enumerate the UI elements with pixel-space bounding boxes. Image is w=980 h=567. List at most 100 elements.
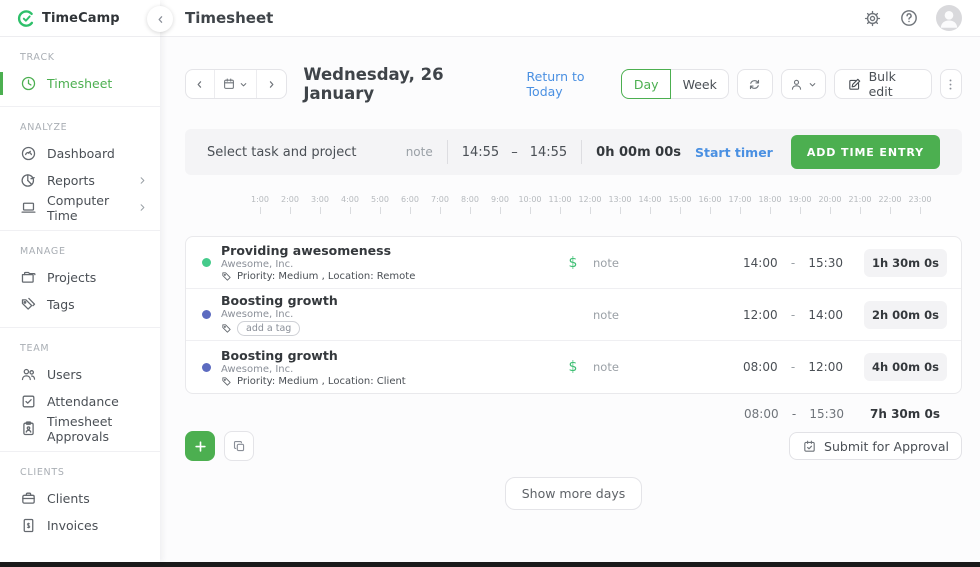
briefcase-icon [20,490,37,507]
return-to-today-link[interactable]: Return to Today [527,69,622,99]
brand-logo[interactable]: TimeCamp [0,0,160,37]
refresh-button[interactable] [737,69,773,99]
settings-gear-icon[interactable] [863,9,882,28]
bulk-edit-button[interactable]: Bulk edit [834,69,932,99]
entry-note-input[interactable]: note [593,308,743,322]
sidebar-item-label: Computer Time [47,193,137,223]
hour-tick [710,207,711,214]
start-timer-link[interactable]: Start timer [695,145,773,160]
sidebar-item-computer-time[interactable]: Computer Time [0,194,160,221]
time-dash: – [511,145,518,160]
add-tag-button[interactable]: add a tag [237,321,300,336]
hour-cell: 7:00 [425,195,455,214]
hour-tick [560,207,561,214]
sidebar-item-projects[interactable]: Projects [0,264,160,291]
hour-label: 21:00 [848,195,871,204]
timesheet-content: Wednesday, 26 January Return to Today Da… [160,37,980,510]
hour-cell: 6:00 [395,195,425,214]
entry-note-input[interactable]: note [593,256,743,270]
sidebar-item-invoices[interactable]: Invoices [0,512,160,539]
sidebar-item-attendance[interactable]: Attendance [0,388,160,415]
billable-dollar-icon[interactable]: $ [553,359,593,375]
hour-cell: 22:00 [875,195,905,214]
entry-duration-badge[interactable]: 1h 30m 0s [864,249,947,277]
billable-dollar-icon[interactable]: $ [553,255,593,271]
sidebar-item-timesheet-approvals[interactable]: Timesheet Approvals [0,415,160,442]
entry-title[interactable]: Boosting growth [221,348,406,363]
sidebar-item-tags[interactable]: Tags [0,291,160,318]
time-entries-card: Providing awesomeness Awesome, Inc. Prio… [185,236,962,394]
plus-icon [193,439,208,454]
show-more-days-button[interactable]: Show more days [505,477,643,510]
time-entry-row[interactable]: Providing awesomeness Awesome, Inc. Prio… [186,237,961,289]
more-options-button[interactable] [940,69,963,99]
date-nav-group [185,69,287,99]
hour-label: 6:00 [401,195,419,204]
entry-duration-badge[interactable]: 4h 00m 0s [864,353,947,381]
entry-tags[interactable]: Priority: Medium , Location: Client [237,376,406,387]
sidebar-item-label: Timesheet [47,76,112,91]
calendar-picker-button[interactable] [215,70,257,98]
time-entry-row[interactable]: Boosting growth Awesome, Inc. add a tag … [186,289,961,341]
entry-start-time[interactable]: 08:00 [743,360,778,374]
time-entry-row[interactable]: Boosting growth Awesome, Inc. Priority: … [186,341,961,393]
hour-cell: 8:00 [455,195,485,214]
entry-tags[interactable]: Priority: Medium , Location: Remote [237,271,415,282]
start-time-input[interactable]: 14:55 [462,145,499,160]
tag-icon [221,376,232,387]
entry-title[interactable]: Boosting growth [221,293,338,308]
chevron-right-icon [137,175,148,186]
time-dash: - [791,360,795,374]
next-day-button[interactable] [257,70,286,98]
sidebar-item-reports[interactable]: Reports [0,167,160,194]
sidebar-collapse-button[interactable] [147,6,173,32]
entry-end-time[interactable]: 14:00 [808,308,843,322]
app-window: TimeCamp TRACK Timesheet ANALYZE Dashboa… [0,0,980,562]
end-time-input[interactable]: 14:55 [530,145,567,160]
date-toolbar: Wednesday, 26 January Return to Today Da… [185,65,962,103]
user-filter-button[interactable] [781,69,826,99]
entry-end-time[interactable]: 12:00 [808,360,843,374]
project-color-dot [202,310,211,319]
calendar-check-icon [802,439,817,454]
chevron-down-icon [238,79,249,90]
sidebar-item-users[interactable]: Users [0,361,160,388]
help-icon[interactable] [899,8,919,28]
duration-value[interactable]: 0h 00m 00s [596,145,681,160]
submit-for-approval-button[interactable]: Submit for Approval [789,432,962,460]
entry-duration-badge[interactable]: 2h 00m 0s [864,301,947,329]
sidebar-item-label: Timesheet Approvals [47,414,148,444]
entry-end-time[interactable]: 15:30 [808,256,843,270]
hour-label: 10:00 [518,195,541,204]
hour-tick [890,207,891,214]
day-view-button[interactable]: Day [621,69,671,99]
sidebar-item-timesheet[interactable]: Timesheet [0,70,160,97]
bottom-edge-strip [0,562,980,567]
sidebar-item-clients[interactable]: Clients [0,485,160,512]
hour-tick [590,207,591,214]
task-project-select[interactable]: Select task and project [207,145,406,160]
entry-title[interactable]: Providing awesomeness [221,243,415,258]
sidebar-item-dashboard[interactable]: Dashboard [0,140,160,167]
time-dash: - [791,308,795,322]
hour-cell: 1:00 [245,195,275,214]
add-time-entry-button[interactable]: ADD TIME ENTRY [791,135,940,169]
hour-label: 15:00 [668,195,691,204]
summary-end-time: 15:30 [809,407,844,421]
add-entry-plus-button[interactable] [185,431,215,461]
sidebar-item-label: Attendance [47,394,119,409]
duplicate-day-button[interactable] [224,431,254,461]
entry-start-time[interactable]: 12:00 [743,308,778,322]
entry-note-input[interactable]: note [593,360,743,374]
hour-label: 5:00 [371,195,389,204]
week-view-button[interactable]: Week [671,69,729,99]
avatar[interactable] [936,5,962,31]
hour-cell: 18:00 [755,195,785,214]
prev-day-button[interactable] [186,70,215,98]
hour-tick [380,207,381,214]
sidebar-item-label: Reports [47,173,95,188]
hour-tick [800,207,801,214]
timeline-ruler: 1:00 2:00 3:00 4:00 5:00 6:00 [245,195,935,214]
note-input[interactable]: note [406,145,433,159]
entry-start-time[interactable]: 14:00 [743,256,778,270]
